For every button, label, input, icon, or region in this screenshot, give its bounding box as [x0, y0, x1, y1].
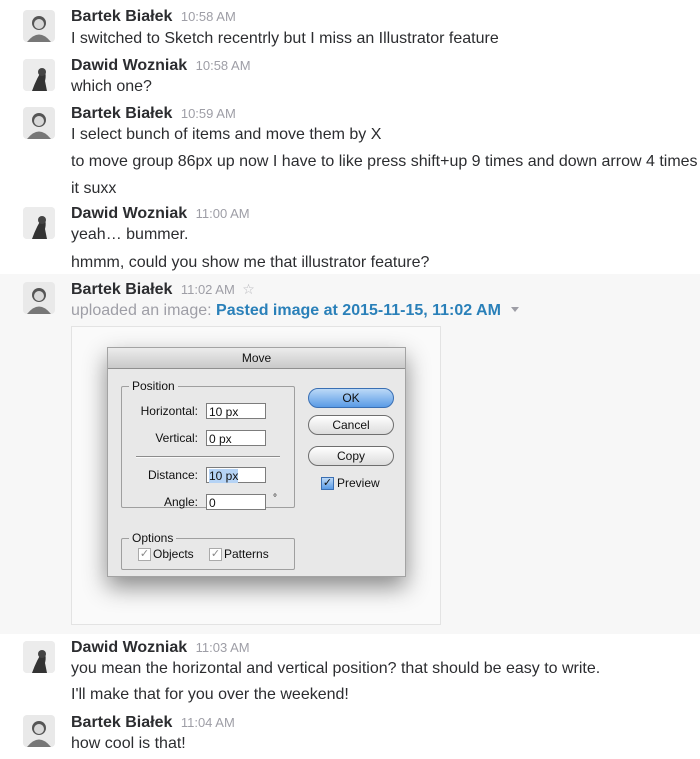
- message-text: how cool is that!: [71, 735, 186, 752]
- timestamp[interactable]: 10:59 AM: [181, 106, 236, 121]
- objects-label: Objects: [153, 547, 194, 561]
- timestamp[interactable]: 10:58 AM: [181, 9, 236, 24]
- options-group-label: Options: [129, 531, 177, 545]
- message-text: which one?: [71, 78, 152, 95]
- timestamp[interactable]: 11:04 AM: [181, 715, 235, 730]
- move-dialog-image: Move Position Horizontal: 10 px Vertical…: [107, 347, 406, 577]
- vertical-field: 0 px: [206, 430, 266, 446]
- timestamp[interactable]: 10:58 AM: [196, 58, 251, 73]
- avatar-bartek[interactable]: [23, 715, 55, 747]
- horizontal-field: 10 px: [206, 403, 266, 419]
- image-preview[interactable]: Move Position Horizontal: 10 px Vertical…: [71, 326, 441, 625]
- cancel-button: Cancel: [308, 415, 394, 435]
- timestamp[interactable]: 11:02 AM: [181, 282, 235, 297]
- ok-button: OK: [308, 388, 394, 408]
- message-text: yeah… bummer.: [71, 226, 189, 243]
- dialog-title: Move: [108, 348, 405, 369]
- message-text: I select bunch of items and move them by…: [71, 126, 382, 143]
- distance-label: Distance:: [147, 468, 198, 482]
- sender-name[interactable]: Dawid Wozniak: [71, 57, 187, 74]
- message-bartek-3: Bartek Białek 11:04 AM how cool is that!: [0, 708, 700, 759]
- upload-prefix: uploaded an image:: [71, 302, 212, 319]
- message-dawid-3: Dawid Wozniak 11:03 AM you mean the hori…: [0, 634, 700, 708]
- message-dawid-2: Dawid Wozniak 11:00 AM yeah… bummer. hmm…: [0, 202, 700, 274]
- sender-name[interactable]: Bartek Białek: [71, 8, 172, 25]
- message-text: to move group 86px up now I have to like…: [71, 153, 698, 170]
- avatar-dawid[interactable]: [23, 59, 55, 91]
- sender-name[interactable]: Bartek Białek: [71, 281, 172, 298]
- message-text: I switched to Sketch recentrly but I mis…: [71, 30, 499, 47]
- message-text: you mean the horizontal and vertical pos…: [71, 660, 601, 677]
- patterns-label: Patterns: [224, 547, 269, 561]
- avatar-dawid[interactable]: [23, 207, 55, 239]
- horizontal-label: Horizontal:: [140, 404, 198, 418]
- timestamp[interactable]: 11:00 AM: [196, 206, 250, 221]
- objects-checkbox: ✓: [138, 548, 151, 561]
- message-text: I'll make that for you over the weekend!: [71, 686, 349, 703]
- sender-name[interactable]: Dawid Wozniak: [71, 205, 187, 222]
- preview-checkbox: ✓: [321, 477, 334, 490]
- avatar-bartek[interactable]: [23, 107, 55, 139]
- distance-field: 10 px: [206, 467, 266, 483]
- degree-symbol: °: [273, 493, 277, 504]
- sender-name[interactable]: Bartek Białek: [71, 105, 172, 122]
- message-bartek-2: Bartek Białek 10:59 AM I select bunch of…: [0, 102, 700, 202]
- upload-line: uploaded an image: Pasted image at 2015-…: [71, 302, 520, 320]
- message-bartek-1: Bartek Białek 10:58 AM I switched to Ske…: [0, 0, 700, 52]
- star-icon[interactable]: ☆: [242, 281, 255, 297]
- chevron-down-icon[interactable]: [511, 307, 520, 312]
- angle-label: Angle:: [163, 495, 198, 509]
- avatar-bartek[interactable]: [23, 282, 55, 314]
- copy-button: Copy: [308, 446, 394, 466]
- preview-label: Preview: [337, 476, 380, 490]
- message-text: hmmm, could you show me that illustrator…: [71, 254, 430, 271]
- timestamp[interactable]: 11:03 AM: [196, 640, 250, 655]
- vertical-label: Vertical:: [155, 431, 198, 445]
- sender-name[interactable]: Bartek Białek: [71, 714, 172, 731]
- position-group-label: Position: [129, 379, 178, 393]
- avatar-bartek[interactable]: [23, 10, 55, 42]
- avatar-dawid[interactable]: [23, 641, 55, 673]
- sender-name[interactable]: Dawid Wozniak: [71, 639, 187, 656]
- patterns-checkbox: ✓: [209, 548, 222, 561]
- upload-file-link[interactable]: Pasted image at 2015-11-15, 11:02 AM: [216, 302, 501, 319]
- message-dawid-1: Dawid Wozniak 10:58 AM which one?: [0, 52, 700, 102]
- angle-field: 0: [206, 494, 266, 510]
- message-text: it suxx: [71, 180, 117, 197]
- divider: [136, 456, 280, 458]
